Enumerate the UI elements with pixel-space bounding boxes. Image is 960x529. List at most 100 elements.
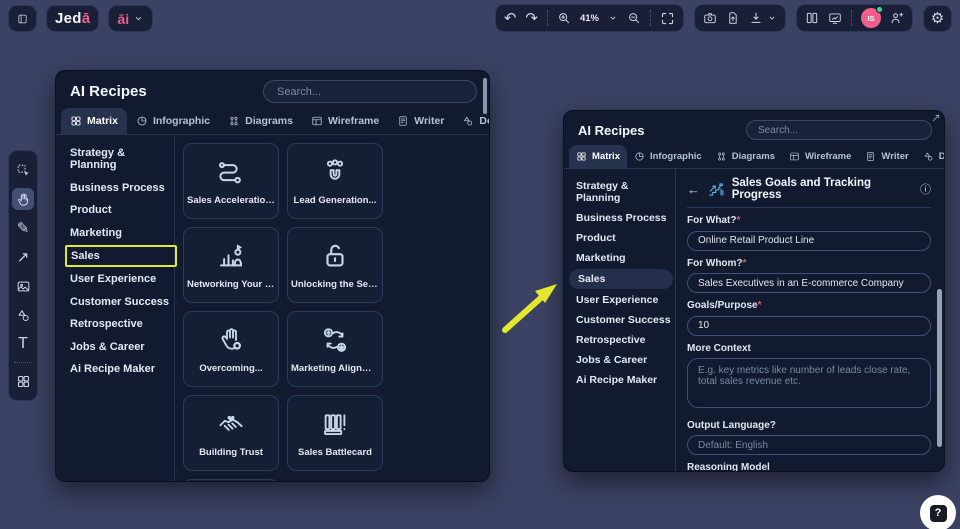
upload-file-button[interactable] [726,11,740,25]
back-button[interactable]: ← [687,182,700,197]
category-jobs-career[interactable]: Jobs & Career [576,354,675,366]
network-growth-icon [216,241,246,271]
category-strategy-planning[interactable]: Strategy & Planning [576,180,675,204]
apps-tool[interactable] [12,370,34,392]
tool-rail: ✎ ↗ T [8,150,38,401]
recipe-card[interactable]: Lead Generation... [287,143,383,219]
recipe-card[interactable]: Building Trust [183,395,279,471]
tab-wireframe[interactable]: Wireframe [782,145,858,168]
tab-label: Diagrams [245,115,293,127]
recipe-card[interactable]: Building Rapport Wit... [183,479,279,481]
resize-handle-icon[interactable] [932,114,940,122]
fit-screen-button[interactable] [660,11,675,26]
category-product[interactable]: Product [576,232,675,244]
recipe-card[interactable]: Unlocking the Secrets [287,227,383,303]
card-label: Building Trust [199,446,263,458]
category-user-experience[interactable]: User Experience [70,273,174,285]
tab-wireframe[interactable]: Wireframe [302,108,388,134]
app-canvas: Jedā āi ↶ ↷ 41% IS ⚙ ✎ ↗ T AI Recipes Se… [0,0,960,529]
category-ai-recipe-maker[interactable]: Ai Recipe Maker [70,363,174,375]
category-customer-success[interactable]: Customer Success [576,314,675,326]
tab-writer[interactable]: Writer [388,108,453,134]
info-icon[interactable]: ⓘ [920,181,931,197]
search-input[interactable] [746,120,932,140]
ai-menu-button[interactable]: āi [108,5,154,32]
tab-writer[interactable]: Writer [858,145,915,168]
sidebar-toggle-button[interactable] [8,5,37,32]
image-icon [16,279,31,294]
category-marketing[interactable]: Marketing [576,252,675,264]
divider [650,10,651,26]
category-sales-active[interactable]: Sales [569,269,673,289]
divider [851,10,852,26]
goals-purpose-input[interactable] [687,315,931,336]
category-product[interactable]: Product [70,204,174,216]
output-language-input[interactable] [687,435,931,455]
recipe-card[interactable]: Overcoming... [183,311,279,387]
wireframe-icon [789,151,800,162]
invite-user-button[interactable] [890,11,904,25]
download-button[interactable] [749,11,763,25]
layout-panels-button[interactable] [805,11,819,25]
hand-tool[interactable] [12,188,34,210]
undo-button[interactable]: ↶ [504,11,517,26]
tab-matrix[interactable]: Matrix [569,145,627,168]
money-cycle-icon [320,325,350,355]
slides-button[interactable] [828,11,842,25]
select-tool[interactable] [12,159,34,181]
panel-body: Strategy & Planning Business Process Pro… [564,169,944,471]
category-marketing[interactable]: Marketing [70,227,174,239]
pencil-tool[interactable]: ✎ [12,217,34,239]
category-strategy-planning[interactable]: Strategy & Planning [70,147,174,171]
shapes-tool[interactable] [12,304,34,326]
category-retrospective[interactable]: Retrospective [70,318,174,330]
annotation-arrow [502,284,557,333]
more-context-textarea[interactable] [687,357,931,408]
recipe-card[interactable]: Networking Your Wa... [183,227,279,303]
tab-label: Writer [881,151,909,162]
tab-design[interactable]: Design [916,145,944,168]
tab-infographic[interactable]: Infographic [127,108,219,134]
text-tool[interactable]: T [12,333,34,355]
redo-button[interactable]: ↷ [525,11,538,26]
ai-recipes-panel-left: AI Recipes Matrix Infographic Diagrams W… [55,70,490,482]
category-list: Strategy & Planning Business Process Pro… [564,169,676,471]
category-ai-recipe-maker[interactable]: Ai Recipe Maker [576,374,675,386]
zoom-out-button[interactable] [627,11,641,25]
category-jobs-career[interactable]: Jobs & Career [70,341,174,353]
chevron-down-icon[interactable] [608,13,618,23]
for-whom-input[interactable] [687,273,931,293]
category-business-process[interactable]: Business Process [576,212,675,224]
zoom-in-button[interactable] [557,11,571,25]
search-input[interactable] [263,80,477,103]
user-avatar[interactable]: IS [861,6,883,28]
screenshot-button[interactable] [703,11,717,25]
tab-diagrams[interactable]: Diagrams [219,108,302,134]
arrow-tool[interactable]: ↗ [12,246,34,268]
category-retrospective[interactable]: Retrospective [576,334,675,346]
chevron-down-icon[interactable] [767,13,777,23]
shapes-icon [462,115,474,127]
question-mark-icon: ? [929,504,947,522]
recipe-card[interactable]: Sales Acceleration... [183,143,279,219]
tab-diagrams[interactable]: Diagrams [709,145,782,168]
tab-matrix[interactable]: Matrix [61,108,127,134]
recipe-card[interactable]: Sales Battlecard [287,395,383,471]
recipe-card[interactable]: Marketing Alignment.. [287,311,383,387]
category-user-experience[interactable]: User Experience [576,294,675,306]
collab-group: IS [796,4,913,32]
category-business-process[interactable]: Business Process [70,182,174,194]
help-button[interactable]: ? [920,495,956,529]
category-sales-highlighted[interactable]: Sales [65,245,177,267]
settings-button[interactable]: ⚙ [923,4,952,32]
scrollbar[interactable] [483,78,487,114]
jeda-logo[interactable]: Jedā [46,5,100,32]
card-label: Sales Battlecard [298,446,372,458]
scrollbar[interactable] [937,289,942,447]
for-what-input[interactable] [687,230,931,251]
image-tool[interactable] [12,275,34,297]
category-customer-success[interactable]: Customer Success [70,296,174,308]
panel-header: AI Recipes [56,71,489,108]
zoom-level[interactable]: 41% [580,13,599,24]
tab-infographic[interactable]: Infographic [627,145,709,168]
